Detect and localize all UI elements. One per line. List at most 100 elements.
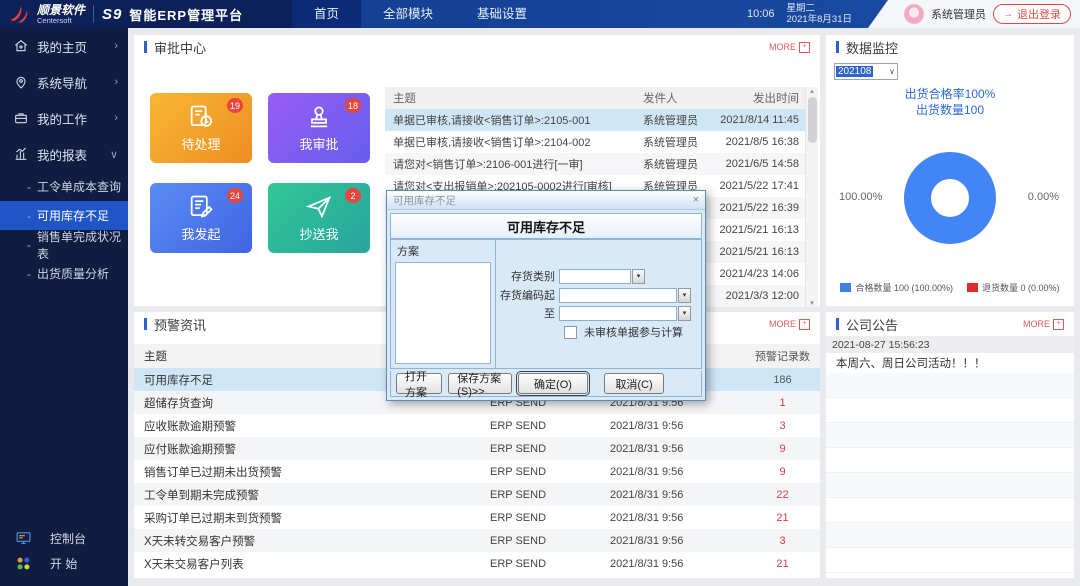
- sidebar-subitem-sales-completion[interactable]: - 销售单完成状况表: [0, 230, 128, 261]
- empty-list-row: [826, 448, 1074, 473]
- panel-title: 数据监控: [846, 40, 899, 56]
- topbar: 顺景软件 Centersoft S9 智能ERP管理平台 首页 全部模块 基础设…: [0, 0, 1080, 28]
- date-block: 星期二 2021年8月31日: [787, 3, 852, 25]
- dash-bullet: -: [27, 179, 31, 194]
- alert-row[interactable]: 应收账款逾期预警 ERP SEND 2021/8/31 9:56 3: [134, 414, 820, 437]
- legend-item-return: 退货数量 0 (0.00%): [967, 281, 1060, 294]
- tile-my-approvals[interactable]: 18 我审批: [268, 93, 370, 163]
- data-monitor-panel: 数据监控 202108 ∨ 出货合格率100% 出货数量100 100.00% …: [826, 35, 1074, 306]
- stock-code-from-input[interactable]: [559, 287, 677, 303]
- save-scheme-button[interactable]: 保存方案(S)>>: [448, 373, 512, 398]
- sidebar-item-my-reports[interactable]: 我的报表 ∨: [0, 136, 128, 172]
- approval-row[interactable]: 请您对<销售订单>:2106-001进行[一审] 系统管理员 2021/6/5 …: [385, 153, 805, 175]
- map-pin-icon: [16, 76, 26, 89]
- date: 2021年8月31日: [786, 14, 852, 25]
- lookup-dropdown-icon[interactable]: ▾: [632, 268, 645, 284]
- nav-tab-base-settings[interactable]: 基础设置: [455, 0, 549, 28]
- approval-tiles: 19 待处理 18 我审批 24 我发起 2 抄送我: [150, 93, 370, 253]
- product-logo: S9: [102, 5, 123, 23]
- pass-rate-stat: 出货合格率100%: [904, 87, 996, 101]
- badge-count: 2: [345, 188, 361, 203]
- approval-row[interactable]: 单据已审核,请接收<销售订单>:2105-001 系统管理员 2021/8/14…: [385, 109, 805, 131]
- period-value: 202108: [836, 66, 874, 77]
- sidebar-item-system-nav[interactable]: 系统导航 ›: [0, 64, 128, 100]
- tile-pending[interactable]: 19 待处理: [150, 93, 252, 163]
- shipment-qty-stat: 出货数量100: [915, 103, 985, 117]
- scheme-label: 方案: [397, 246, 419, 258]
- document-pencil-icon: [190, 195, 213, 218]
- chevron-down-icon: ∨: [109, 148, 118, 161]
- close-icon[interactable]: ×: [693, 194, 699, 206]
- lookup-dropdown-icon[interactable]: ▾: [678, 305, 691, 321]
- company-name: 顺景软件: [37, 2, 86, 17]
- sidebar-subitem-shipment-quality[interactable]: - 出货质量分析: [0, 259, 128, 288]
- more-icon: +: [1053, 318, 1064, 330]
- scroll-down-icon[interactable]: ▾: [810, 299, 814, 307]
- user-name: 系统管理员: [931, 9, 986, 21]
- more-icon: +: [799, 41, 810, 53]
- scroll-up-icon[interactable]: ▴: [810, 87, 814, 95]
- clock: 10:06: [746, 8, 775, 20]
- avatar[interactable]: [904, 4, 924, 24]
- dash-bullet: -: [27, 237, 31, 252]
- sidebar: 我的主页 › 系统导航 › 我的工作 › 我的报表 ∨ - 工令单成本查询 - …: [0, 28, 128, 586]
- alert-row[interactable]: 销售订单已过期未出货预警 ERP SEND 2021/8/31 9:56 9: [134, 460, 820, 483]
- legend-item-pass: 合格数量 100 (100.00%): [840, 281, 953, 294]
- unaudited-checkbox-row[interactable]: 未审核单据参与计算: [564, 324, 683, 340]
- tile-initiated-by-me[interactable]: 24 我发起: [150, 183, 252, 253]
- panel-title: 预警资讯: [154, 317, 207, 333]
- dialog-titlebar[interactable]: 可用库存不足 ×: [387, 191, 705, 210]
- stock-code-to-input[interactable]: [559, 305, 677, 321]
- approval-row[interactable]: 单据已审核,请接收<销售订单>:2104-002 系统管理员 2021/8/5 …: [385, 131, 805, 153]
- stock-code-from-label: 存货编码起: [500, 290, 555, 302]
- empty-list-row: [826, 473, 1074, 498]
- tile-cc-to-me[interactable]: 2 抄送我: [268, 183, 370, 253]
- dash-bullet: -: [27, 266, 31, 281]
- console-button[interactable]: 控制台: [0, 526, 128, 551]
- start-icon: [17, 557, 30, 570]
- paper-plane-icon: [305, 196, 332, 219]
- weekday: 星期二: [786, 3, 816, 14]
- panel-accent-bar: [836, 41, 839, 53]
- empty-list-row: [826, 498, 1074, 523]
- checkbox[interactable]: [564, 325, 577, 339]
- badge-count: 19: [226, 98, 243, 113]
- chevron-right-icon: ›: [114, 112, 118, 124]
- stock-category-input[interactable]: [559, 268, 631, 284]
- nav-tab-home[interactable]: 首页: [292, 0, 362, 28]
- sidebar-subitem-workorder-cost[interactable]: - 工令单成本查询: [0, 172, 128, 201]
- company-logo-icon: [10, 6, 28, 23]
- badge-count: 24: [226, 188, 243, 203]
- more-link[interactable]: MORE +: [1023, 318, 1064, 330]
- alert-row[interactable]: X天未转交易客户预警 ERP SEND 2021/8/31 9:56 3: [134, 529, 820, 552]
- more-link[interactable]: MORE +: [769, 318, 810, 330]
- more-link[interactable]: MORE +: [769, 41, 810, 53]
- stock-category-label: 存货类别: [511, 271, 555, 283]
- logout-icon: →: [1003, 8, 1013, 20]
- scheme-listbox[interactable]: [395, 262, 491, 364]
- ok-button[interactable]: 确定(O): [516, 371, 590, 396]
- announcement-content[interactable]: 本周六、周日公司活动！！！: [826, 353, 1074, 373]
- scrollbar-thumb[interactable]: [807, 97, 817, 143]
- open-scheme-button[interactable]: 打开方案: [396, 371, 443, 399]
- alert-row[interactable]: X天未交易客户列表 ERP SEND 2021/8/31 9:56 21: [134, 552, 820, 575]
- start-button[interactable]: 开 始: [0, 551, 128, 576]
- sidebar-subitem-available-stock[interactable]: - 可用库存不足: [0, 201, 128, 230]
- sidebar-item-my-work[interactable]: 我的工作 ›: [0, 100, 128, 136]
- sidebar-item-home[interactable]: 我的主页 ›: [0, 28, 128, 64]
- chevron-right-icon: ›: [114, 40, 118, 52]
- dialog-title: 可用库存不足: [393, 194, 456, 207]
- scrollbar[interactable]: ▴ ▾: [805, 87, 818, 307]
- cancel-button[interactable]: 取消(C): [604, 373, 664, 394]
- alert-row[interactable]: 采购订单已过期未到货预警 ERP SEND 2021/8/31 9:56 21: [134, 506, 820, 529]
- company-name-en: Centersoft: [37, 15, 72, 25]
- chart-legend: 合格数量 100 (100.00%) 退货数量 0 (0.00%): [826, 281, 1074, 294]
- logout-button[interactable]: → 退出登录: [993, 4, 1071, 24]
- lookup-dropdown-icon[interactable]: ▾: [678, 287, 691, 303]
- panel-accent-bar: [836, 318, 839, 330]
- alert-row[interactable]: 工令单到期未完成预警 ERP SEND 2021/8/31 9:56 22: [134, 483, 820, 506]
- nav-tab-all-modules[interactable]: 全部模块: [361, 0, 455, 28]
- legend-swatch-blue: [840, 283, 852, 292]
- alert-row[interactable]: 应付账款逾期预警 ERP SEND 2021/8/31 9:56 9: [134, 437, 820, 460]
- period-select[interactable]: 202108 ∨: [834, 63, 898, 80]
